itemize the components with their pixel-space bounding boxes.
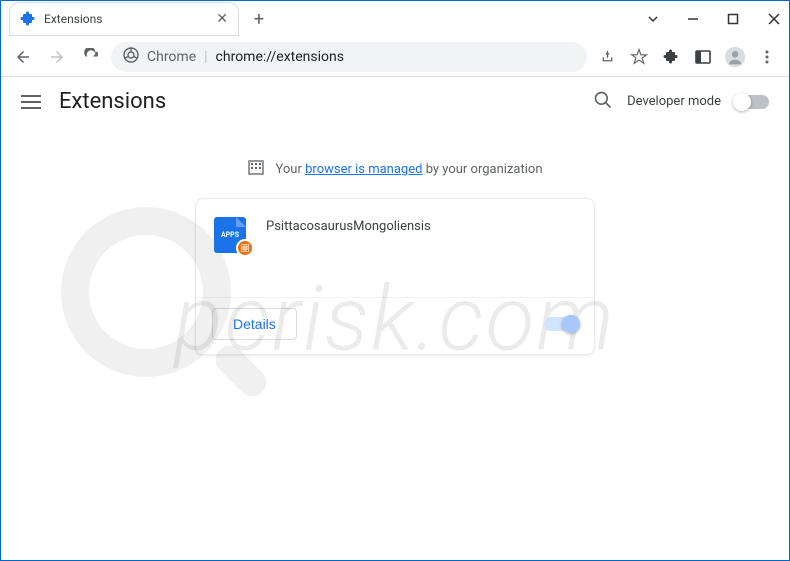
hamburger-menu-icon[interactable]	[21, 95, 41, 109]
browser-tab[interactable]: Extensions ✕	[9, 2, 239, 36]
extension-icon: APPS	[214, 217, 250, 253]
organization-building-icon	[247, 158, 265, 180]
address-bar[interactable]: Chrome | chrome://extensions	[111, 42, 587, 72]
managed-link[interactable]: browser is managed	[305, 162, 422, 177]
extension-name: PsittacosaurusMongoliensis	[266, 217, 431, 253]
managed-notice: Your browser is managed by your organiza…	[1, 158, 789, 180]
window-close-icon[interactable]	[767, 12, 781, 26]
window-maximize-icon[interactable]	[727, 13, 739, 25]
bookmark-star-icon[interactable]	[625, 43, 653, 71]
extension-card: APPS PsittacosaurusMongoliensis Details	[195, 198, 595, 355]
extension-enable-toggle[interactable]	[544, 317, 578, 331]
page-title: Extensions	[59, 89, 166, 114]
extension-badge-icon	[236, 239, 254, 257]
profile-avatar-icon[interactable]	[721, 43, 749, 71]
window-dropdown-icon[interactable]	[647, 13, 659, 25]
extensions-puzzle-icon[interactable]	[657, 43, 685, 71]
extension-puzzle-icon	[20, 11, 36, 27]
tab-close-icon[interactable]: ✕	[216, 12, 228, 26]
url-scheme-label: Chrome	[147, 49, 196, 65]
developer-mode-label: Developer mode	[627, 94, 721, 109]
developer-mode-toggle[interactable]	[735, 95, 769, 109]
extension-icon-text: APPS	[221, 231, 239, 239]
window-minimize-icon[interactable]	[687, 13, 699, 25]
chrome-logo-icon	[123, 47, 139, 67]
browser-toolbar: Chrome | chrome://extensions	[1, 37, 789, 77]
new-tab-button[interactable]: +	[245, 5, 273, 33]
managed-suffix: by your organization	[426, 162, 543, 177]
forward-button[interactable]	[43, 43, 71, 71]
managed-prefix: Your	[275, 162, 301, 177]
back-button[interactable]	[9, 43, 37, 71]
url-divider: |	[204, 49, 207, 65]
share-icon[interactable]	[593, 43, 621, 71]
sidepanel-icon[interactable]	[689, 43, 717, 71]
kebab-menu-icon[interactable]	[753, 43, 781, 71]
url-path: chrome://extensions	[216, 49, 344, 65]
reload-button[interactable]	[77, 43, 105, 71]
tab-title: Extensions	[44, 12, 208, 26]
search-icon[interactable]	[593, 90, 613, 114]
details-button[interactable]: Details	[212, 308, 297, 340]
